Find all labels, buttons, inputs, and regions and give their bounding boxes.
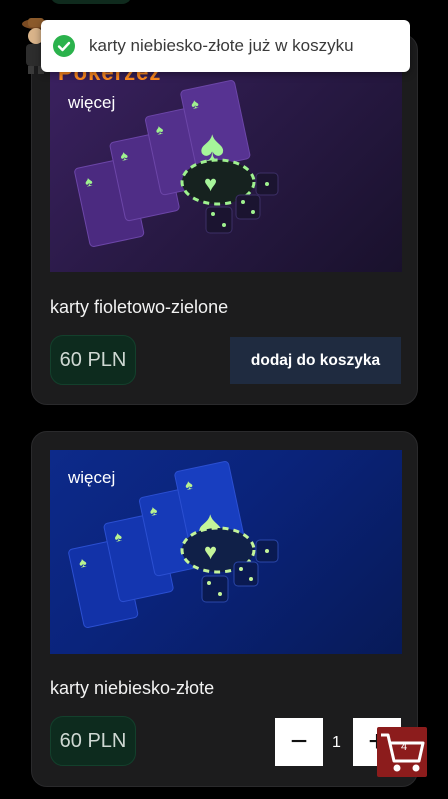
product-card: ♠ ♠ ♠ ♠ ♠ ♥ więcej karty fioletowo-zielo…: [31, 34, 418, 405]
svg-text:♥: ♥: [204, 539, 217, 564]
product-title: karty niebiesko-złote: [50, 678, 215, 698]
price-badge: 60 PLN: [50, 716, 136, 766]
cart-button[interactable]: 4: [377, 727, 427, 777]
toast-notification: karty niebiesko-złote już w koszyku: [41, 20, 410, 72]
cart-count: 4: [401, 741, 408, 753]
svg-text:♥: ♥: [204, 171, 217, 196]
previous-card-partial: [30, 0, 419, 8]
price-badge: 60 PLN: [50, 335, 136, 385]
product-image[interactable]: ♠ ♠ ♠ ♠ ♠ ♥ więcej: [50, 57, 402, 272]
more-link[interactable]: więcej: [68, 468, 115, 488]
product-card: ♠ ♠ ♠ ♠ ♠ ♥ więcej karty niebiesko-złote…: [31, 431, 418, 787]
decrease-quantity-button[interactable]: −: [275, 718, 323, 766]
product-title: karty fioletowo-zielone: [50, 297, 229, 317]
more-link[interactable]: więcej: [68, 93, 115, 113]
product-image[interactable]: ♠ ♠ ♠ ♠ ♠ ♥ więcej: [50, 450, 402, 654]
quantity-value: 1: [332, 734, 341, 751]
toast-message: karty niebiesko-złote już w koszyku: [89, 36, 354, 55]
add-to-cart-button[interactable]: dodaj do koszyka: [230, 337, 401, 384]
check-circle-icon: [53, 35, 75, 57]
